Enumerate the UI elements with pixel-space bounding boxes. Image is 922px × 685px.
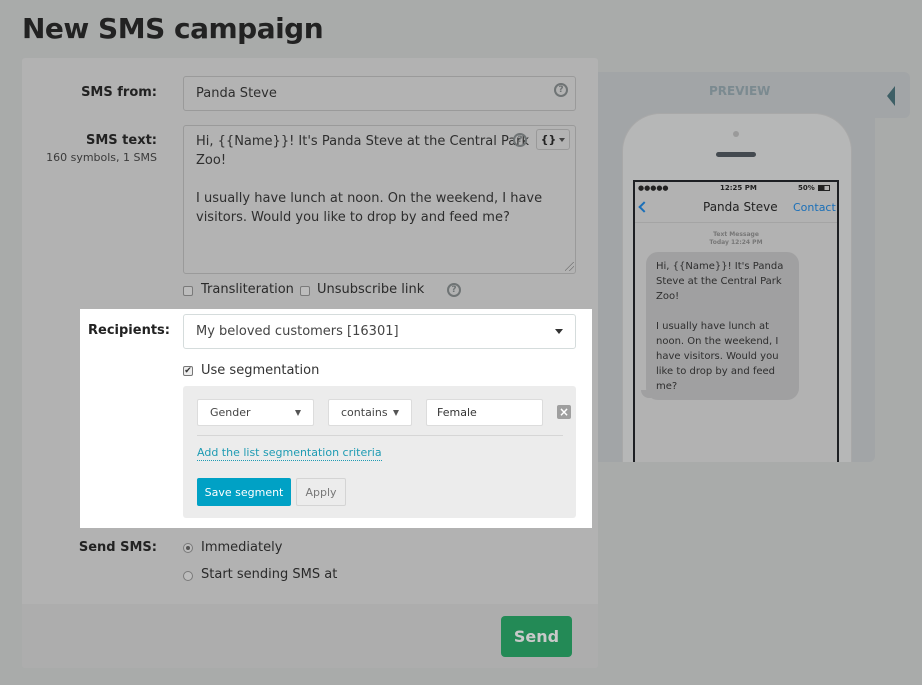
- send-immediately-label: Immediately: [201, 540, 283, 555]
- page-title: New SMS campaign: [22, 12, 324, 45]
- battery-icon: [818, 185, 830, 191]
- segment-value-input[interactable]: Female: [426, 399, 543, 426]
- send-scheduled-label: Start sending SMS at: [201, 567, 338, 582]
- transliteration-label: Transliteration: [201, 282, 294, 297]
- segment-field-value: Gender: [210, 406, 251, 419]
- caret-down-icon: [393, 409, 399, 416]
- send-sms-label: Send SMS:: [78, 540, 157, 555]
- message-meta: Text Message Today 12:24 PM: [635, 231, 837, 247]
- message-type: Text Message: [713, 231, 759, 238]
- transliteration-checkbox[interactable]: [183, 286, 193, 296]
- message-time: Today 12:24 PM: [709, 239, 763, 246]
- question-circle-icon[interactable]: ?: [447, 283, 461, 297]
- sms-from-label: SMS from:: [81, 85, 157, 100]
- status-time: 12:25 PM: [720, 184, 757, 192]
- sms-from-input[interactable]: Panda Steve: [183, 76, 576, 111]
- collapse-preview-icon[interactable]: [887, 86, 895, 106]
- segment-field-select[interactable]: Gender: [197, 399, 314, 426]
- preview-title: PREVIEW: [709, 84, 771, 98]
- preview-contact-name: Panda Steve: [703, 200, 778, 214]
- unsubscribe-link-checkbox[interactable]: [300, 286, 310, 296]
- battery-percent: 50%: [798, 184, 815, 192]
- message-bubble: Hi, {{Name}}! It's Panda Steve at the Ce…: [646, 252, 799, 400]
- signal-icon: ●●●●●: [638, 184, 669, 192]
- sms-text-input[interactable]: Hi, {{Name}}! It's Panda Steve at the Ce…: [183, 125, 576, 274]
- caret-down-icon: [295, 409, 301, 416]
- recipients-label: Recipients:: [88, 323, 170, 338]
- question-circle-icon[interactable]: ?: [513, 133, 527, 147]
- braces-icon: {}: [540, 133, 557, 146]
- add-criteria-link[interactable]: Add the list segmentation criteria: [197, 446, 382, 461]
- recipients-selected: My beloved customers [16301]: [196, 324, 399, 339]
- sms-text-label: SMS text:: [85, 133, 157, 148]
- question-circle-icon[interactable]: ?: [554, 83, 568, 97]
- unsubscribe-link-label: Unsubscribe link: [317, 282, 425, 297]
- phone-status-bar: ●●●●● 12:25 PM 50%: [638, 183, 836, 195]
- phone-camera: [733, 131, 739, 137]
- caret-down-icon: [555, 329, 563, 334]
- divider: [197, 435, 563, 436]
- sms-counter: 160 symbols, 1 SMS: [46, 151, 157, 164]
- remove-criteria-icon[interactable]: ×: [557, 405, 571, 419]
- use-segmentation-checkbox[interactable]: ✔: [183, 366, 193, 376]
- segment-value: Female: [437, 406, 477, 419]
- phone-speaker: [716, 152, 756, 157]
- sms-from-value: Panda Steve: [196, 86, 277, 101]
- send-immediately-radio[interactable]: [183, 543, 193, 553]
- apply-button[interactable]: Apply: [296, 478, 346, 506]
- divider: [635, 222, 837, 223]
- preview-contact-link: Contact: [793, 201, 836, 214]
- use-segmentation-label: Use segmentation: [201, 363, 320, 378]
- recipients-select[interactable]: My beloved customers [16301]: [183, 314, 576, 349]
- segment-operator-select[interactable]: contains: [328, 399, 412, 426]
- send-button[interactable]: Send: [501, 616, 572, 657]
- save-segment-button[interactable]: Save segment: [197, 478, 291, 506]
- insert-variable-button[interactable]: {}: [536, 129, 570, 150]
- resize-handle[interactable]: [565, 262, 574, 271]
- send-scheduled-radio[interactable]: [183, 571, 193, 581]
- caret-down-icon: [559, 137, 566, 142]
- segment-operator-value: contains: [341, 406, 388, 419]
